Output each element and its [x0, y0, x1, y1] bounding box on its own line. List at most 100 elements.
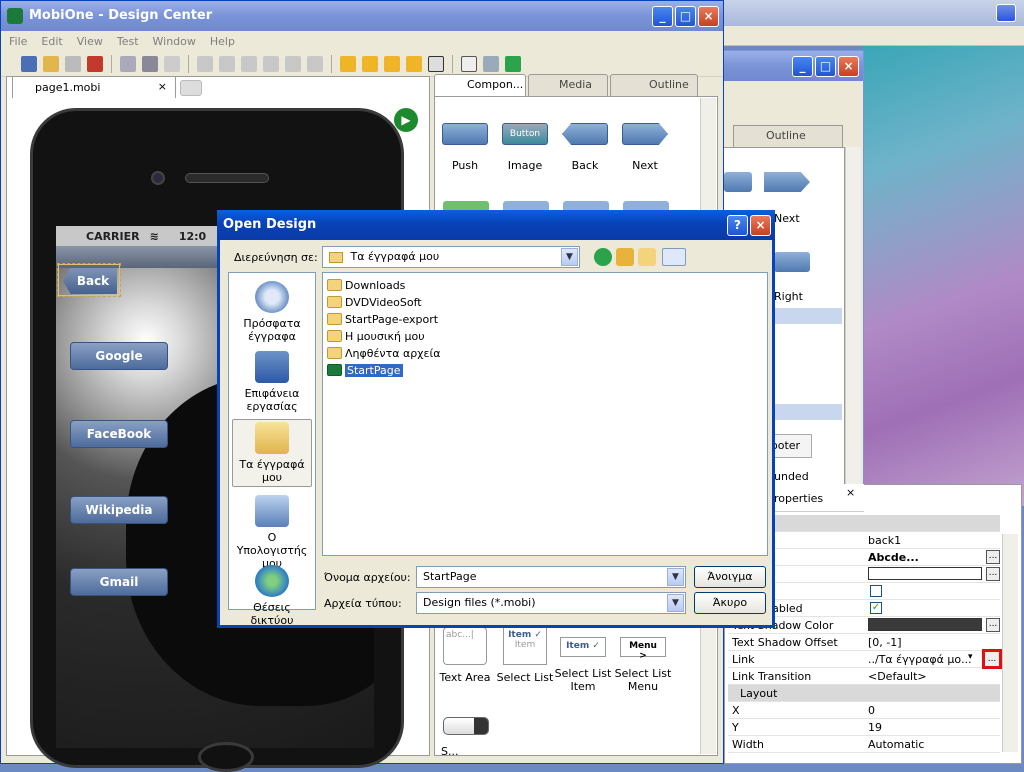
facebook-button[interactable]: FaceBook — [70, 420, 168, 448]
properties-scrollbar[interactable] — [1002, 534, 1018, 752]
shadow-color-swatch[interactable] — [868, 618, 982, 631]
cancel-button[interactable]: Άκυρο — [694, 592, 766, 614]
align-bottom-icon[interactable] — [307, 55, 323, 72]
save-icon[interactable] — [65, 55, 81, 72]
menu-view[interactable]: View — [77, 35, 103, 48]
list-item[interactable]: Η μουσική μου — [327, 328, 425, 344]
paste-icon[interactable] — [164, 55, 180, 72]
new-icon[interactable] — [21, 55, 37, 72]
chevron-down-icon[interactable]: ▼ — [667, 594, 684, 612]
maximize-button[interactable]: □ — [675, 6, 696, 27]
filetype-select[interactable]: Design files (*.mobi) ▼ — [416, 592, 686, 614]
wikipedia-button[interactable]: Wikipedia — [70, 496, 168, 524]
list-item-selected[interactable]: StartPage — [327, 362, 403, 378]
link-browse-button[interactable]: ... — [982, 649, 1002, 669]
export-icon[interactable] — [87, 55, 103, 72]
prop-row-width[interactable]: Width Automatic — [728, 736, 1000, 753]
chevron-down-icon[interactable]: ▼ — [667, 568, 684, 586]
place-my-computer[interactable]: Ο Υπολογιστής μου — [232, 493, 312, 570]
cut-icon[interactable] — [142, 55, 158, 72]
tab-media[interactable]: Media — [528, 74, 608, 96]
color-ellipsis-button[interactable]: ... — [986, 567, 1000, 581]
move-up-icon[interactable] — [340, 55, 356, 72]
file-list[interactable]: Downloads DVDVideoSoft StartPage-export … — [322, 272, 768, 556]
menu-test[interactable]: Test — [117, 35, 139, 48]
device-icon[interactable] — [483, 55, 499, 72]
open-button[interactable]: Άνοιγμα — [694, 566, 766, 588]
text-area-item[interactable]: abc...| Text Area — [435, 627, 495, 684]
back-item[interactable]: Back — [555, 123, 615, 172]
place-desktop[interactable]: Επιφάνεια εργασίας — [232, 349, 312, 413]
open-icon[interactable] — [43, 55, 59, 72]
underline-checkbox[interactable] — [870, 585, 882, 597]
move-top-icon[interactable] — [362, 55, 378, 72]
place-recent[interactable]: Πρόσφατα έγγραφα — [232, 279, 312, 343]
list-item[interactable]: Downloads — [327, 277, 405, 293]
maximize-button[interactable]: □ — [815, 56, 836, 77]
tab-outline[interactable]: Outline — [733, 125, 843, 147]
next-item[interactable]: Next — [615, 123, 675, 172]
dialog-close-button[interactable]: × — [750, 215, 771, 236]
move-down-icon[interactable] — [384, 55, 400, 72]
minimize-button[interactable]: _ — [792, 56, 813, 77]
close-button[interactable]: × — [698, 6, 719, 27]
select-list-item[interactable]: Item ✓ Item Select List — [495, 627, 555, 684]
list-item[interactable]: StartPage-export — [327, 311, 438, 327]
minimize-button[interactable]: _ — [652, 6, 673, 27]
select-list-item-item[interactable]: Item ✓ Select List Item — [553, 637, 613, 693]
components-scrollbar[interactable] — [845, 147, 861, 507]
color-swatch[interactable] — [868, 567, 982, 580]
new-tab-button[interactable] — [180, 80, 202, 96]
filename-input[interactable]: StartPage ▼ — [416, 566, 686, 588]
look-in-combo[interactable]: Τα έγγραφά μου ▼ — [322, 246, 580, 268]
layout-section-header[interactable]: Layout — [728, 685, 1000, 702]
gmail-button[interactable]: Gmail — [70, 568, 168, 596]
shadow-enabled-checkbox[interactable]: ✓ — [870, 602, 882, 614]
view-menu-icon[interactable] — [662, 248, 686, 266]
properties-tab-close-icon[interactable]: × — [846, 486, 855, 499]
move-bottom-icon[interactable] — [406, 55, 422, 72]
link-dropdown-icon[interactable]: ▾ — [968, 652, 973, 662]
prop-row-link[interactable]: Link ../Τα έγγραφά μο... ▾ ... — [728, 649, 1002, 669]
close-button[interactable]: × — [838, 56, 859, 77]
prop-value[interactable]: Automatic — [868, 738, 924, 751]
align-top-icon[interactable] — [263, 55, 279, 72]
push-item[interactable]: Push — [435, 123, 495, 172]
back-button-selected[interactable]: Back — [57, 263, 121, 297]
prop-row-x[interactable]: X 0 — [728, 702, 1000, 719]
prop-row-shadow-offset[interactable]: Text Shadow Offset [0, -1] — [728, 634, 1000, 651]
copy-icon[interactable] — [120, 55, 136, 72]
chevron-down-icon[interactable]: ▼ — [561, 248, 578, 266]
menu-file[interactable]: File — [9, 35, 27, 48]
toggle-preview[interactable] — [443, 717, 489, 735]
list-item[interactable]: DVDVideoSoft — [327, 294, 422, 310]
wifi-icon[interactable] — [505, 55, 521, 72]
align-right-icon[interactable] — [241, 55, 257, 72]
menu-edit[interactable]: Edit — [41, 35, 62, 48]
place-my-documents[interactable]: Τα έγγραφά μου — [232, 419, 312, 487]
align-middle-icon[interactable] — [285, 55, 301, 72]
prop-row-link-transition[interactable]: Link Transition <Default> — [728, 668, 1000, 685]
place-network[interactable]: Θέσεις δικτύου — [232, 563, 312, 627]
background-minimize-button[interactable] — [996, 4, 1016, 22]
select-list-menu-item[interactable]: Menu > Select List Menu — [613, 637, 673, 693]
run-preview-button[interactable]: ▶ — [394, 108, 418, 132]
tab-close-icon[interactable]: × — [158, 80, 167, 93]
help-button[interactable]: ? — [727, 215, 748, 236]
tab-outline[interactable]: Outline — [610, 74, 698, 96]
prop-value[interactable]: <Default> — [868, 670, 927, 683]
font-ellipsis-button[interactable]: ... — [986, 550, 1000, 564]
tab-page1[interactable]: page1.mobi × — [12, 76, 176, 98]
new-folder-icon[interactable] — [638, 248, 656, 266]
grid-icon[interactable] — [428, 55, 444, 72]
align-center-icon[interactable] — [219, 55, 235, 72]
up-folder-icon[interactable] — [616, 248, 634, 266]
menu-window[interactable]: Window — [153, 35, 196, 48]
link-value[interactable]: ../Τα έγγραφά μο... — [868, 653, 984, 666]
image-item[interactable]: Button Image — [495, 123, 555, 172]
google-button[interactable]: Google — [70, 342, 168, 370]
tab-components[interactable]: Compon... — [434, 74, 526, 96]
mail-icon[interactable] — [461, 55, 477, 72]
menu-help[interactable]: Help — [210, 35, 235, 48]
list-item[interactable]: Ληφθέντα αρχεία — [327, 345, 440, 361]
